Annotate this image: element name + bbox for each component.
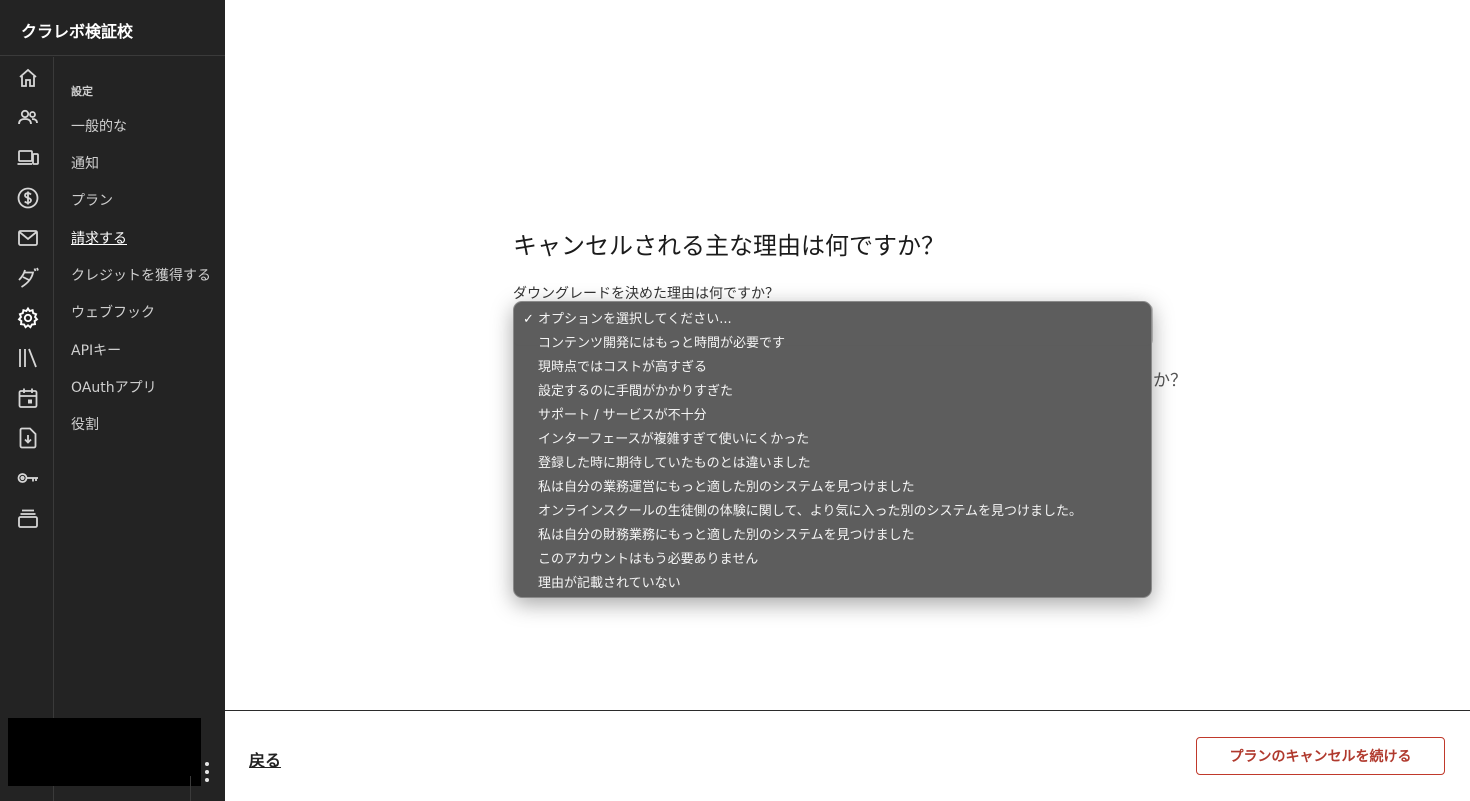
dropdown-option[interactable]: サポート / サービスが不十分 (514, 405, 1151, 429)
key-icon[interactable] (16, 466, 40, 490)
mail-icon[interactable] (16, 226, 40, 250)
dropdown-option[interactable]: 現時点ではコストが高すぎる (514, 357, 1151, 381)
reason-dropdown-menu[interactable]: ✓ オプションを選択してください... コンテンツ開発にはもっと時間が必要です 現… (513, 301, 1152, 598)
dropdown-option-selected[interactable]: ✓ オプションを選択してください... (514, 309, 1151, 333)
user-profile-redacted[interactable] (8, 718, 201, 786)
subnav-item-api-keys[interactable]: APIキー (71, 340, 121, 360)
katakana-da-icon[interactable] (16, 266, 40, 290)
settings-heading: 設定 (71, 85, 93, 98)
calendar-icon[interactable] (16, 386, 40, 410)
subnav-item-oauth-apps[interactable]: OAuthアプリ (71, 377, 157, 397)
dollar-icon[interactable] (16, 186, 40, 210)
reason-label: ダウングレードを決めた理由は何ですか？ (513, 286, 779, 302)
back-link[interactable]: 戻る (249, 747, 281, 771)
footer-bar: 戻る プランのキャンセルを続ける (225, 710, 1470, 801)
more-options-icon[interactable] (200, 762, 214, 782)
subnav-item-roles[interactable]: 役割 (71, 414, 99, 434)
dropdown-option[interactable]: コンテンツ開発にはもっと時間が必要です (514, 333, 1151, 357)
dropdown-option[interactable]: オンラインスクールの生徒側の体験に関して、より気に入った別のシステムを見つけまし… (514, 501, 1151, 525)
people-icon[interactable] (16, 106, 40, 130)
subnav-item-billing[interactable]: 請求する (71, 228, 127, 248)
dropdown-option[interactable]: インターフェースが複雑すぎて使いにくかった (514, 429, 1151, 453)
icon-rail (0, 57, 54, 801)
school-name: クラレボ検証校 (0, 0, 225, 56)
download-icon[interactable] (16, 426, 40, 450)
library-icon[interactable] (16, 346, 40, 370)
second-question-text: か？ (1153, 371, 1187, 391)
subnav-item-plan[interactable]: プラン (71, 190, 113, 210)
divider (190, 776, 191, 801)
home-icon[interactable] (16, 66, 40, 90)
page-title: キャンセルされる主な理由は何ですか？ (513, 232, 945, 260)
subnav-item-webhooks[interactable]: ウェブフック (71, 302, 155, 322)
stack-icon[interactable] (16, 506, 40, 530)
subnav-item-earn-credits[interactable]: クレジットを獲得する (71, 265, 211, 285)
dropdown-option[interactable]: 設定するのに手間がかかりすぎた (514, 381, 1151, 405)
dropdown-option[interactable]: 理由が記載されていない (514, 573, 1151, 597)
dropdown-option[interactable]: このアカウントはもう必要ありません (514, 549, 1151, 573)
subnav-item-general[interactable]: 一般的な (71, 116, 127, 136)
devices-icon[interactable] (16, 146, 40, 170)
dropdown-option[interactable]: 私は自分の業務運営にもっと適した別のシステムを見つけました (514, 477, 1151, 501)
dropdown-option[interactable]: 登録した時に期待していたものとは違いました (514, 453, 1151, 477)
sidebar: クラレボ検証校 設定 一般的な 通知 プラン 請求する クレジットを獲得する ウ… (0, 0, 225, 801)
main-content: キャンセルされる主な理由は何ですか？ ダウングレードを決めた理由は何ですか？ か… (225, 0, 1470, 801)
checkmark-icon: ✓ (523, 312, 534, 327)
subnav-item-notifications[interactable]: 通知 (71, 153, 99, 173)
continue-cancel-plan-button[interactable]: プランのキャンセルを続ける (1196, 737, 1445, 775)
gear-icon[interactable] (16, 306, 40, 330)
dropdown-option[interactable]: 私は自分の財務業務にもっと適した別のシステムを見つけました (514, 525, 1151, 549)
